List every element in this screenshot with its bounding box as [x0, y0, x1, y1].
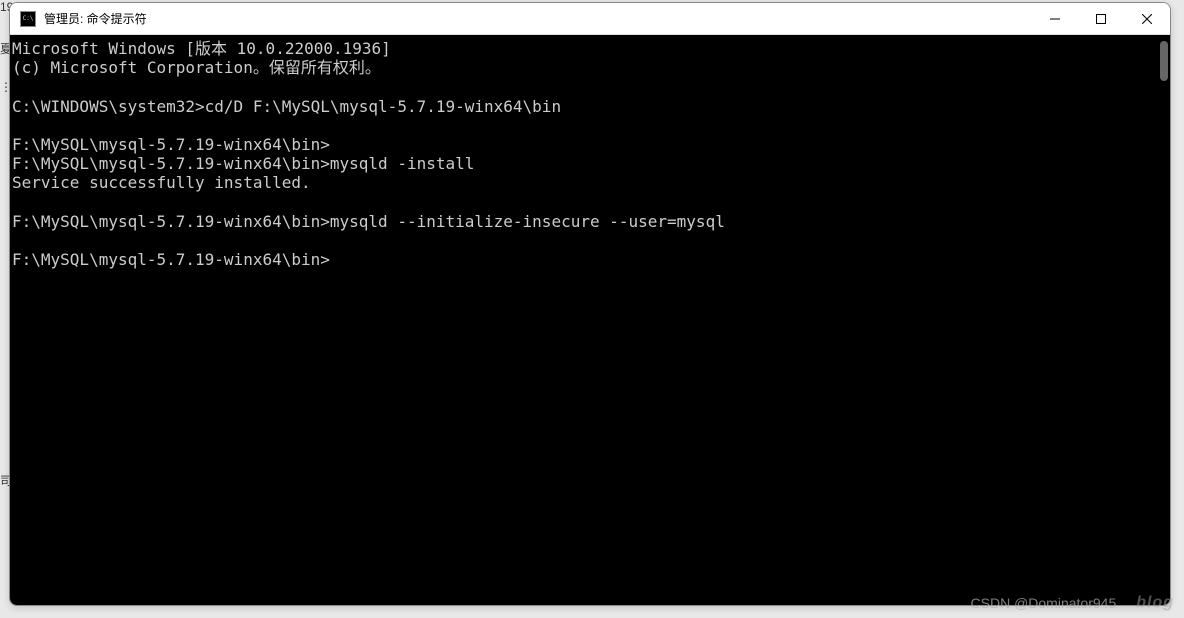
maximize-button[interactable] — [1078, 3, 1124, 34]
close-button[interactable] — [1124, 3, 1170, 34]
watermark-logo: blog — [1136, 594, 1174, 612]
watermark: CSDN @Dominator945 blog — [971, 594, 1174, 612]
window-title: 管理员: 命令提示符 — [44, 10, 1032, 27]
scrollbar-thumb[interactable] — [1160, 41, 1168, 81]
window-controls — [1032, 3, 1170, 34]
cmd-icon — [20, 11, 36, 27]
terminal-output: Microsoft Windows [版本 10.0.22000.1936] (… — [10, 39, 1170, 269]
terminal-area[interactable]: Microsoft Windows [版本 10.0.22000.1936] (… — [10, 35, 1170, 605]
command-prompt-window: 管理员: 命令提示符 Microsoft Windows [版本 10.0.22… — [9, 2, 1171, 606]
window-titlebar[interactable]: 管理员: 命令提示符 — [10, 3, 1170, 35]
minimize-button[interactable] — [1032, 3, 1078, 34]
watermark-text: CSDN @Dominator945 — [971, 595, 1117, 611]
